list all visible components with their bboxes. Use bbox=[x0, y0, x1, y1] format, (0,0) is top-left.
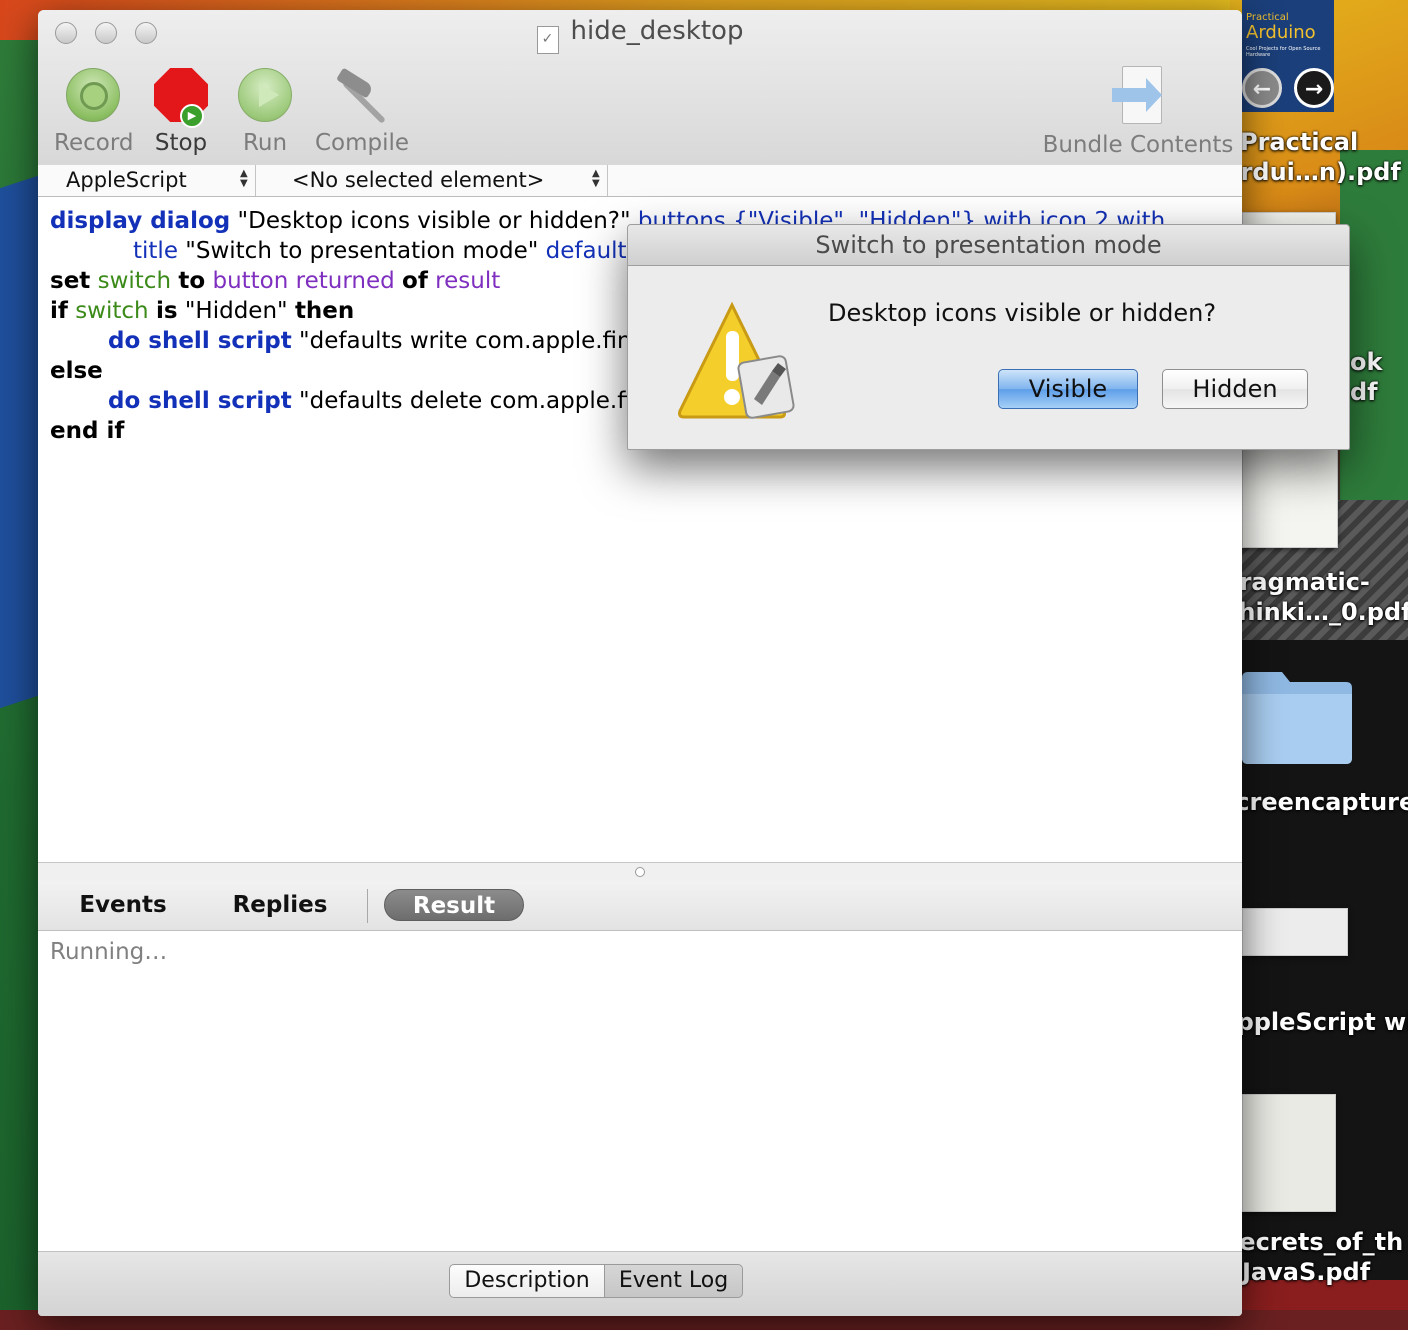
document-icon: ✓ bbox=[536, 26, 559, 54]
tab-replies[interactable]: Replies bbox=[222, 889, 338, 921]
compile-label: Compile bbox=[314, 130, 410, 156]
window-title: ✓ hide_desktop bbox=[38, 16, 1242, 54]
code-token: if bbox=[50, 298, 68, 324]
presentation-mode-dialog: Switch to presentation mode Desktop icon… bbox=[627, 224, 1350, 450]
code-token: title bbox=[133, 238, 178, 264]
code-line-8: end if bbox=[50, 416, 124, 446]
folder-icon[interactable] bbox=[1242, 668, 1352, 764]
code-token: button returned bbox=[212, 268, 395, 294]
visible-button[interactable]: Visible bbox=[998, 369, 1138, 409]
tab-separator bbox=[367, 889, 368, 923]
desktop-label: df bbox=[1350, 378, 1378, 406]
language-value: AppleScript bbox=[66, 168, 187, 192]
code-token: to bbox=[178, 268, 206, 294]
code-token: switch bbox=[75, 298, 149, 324]
script-editor-window: ✓ hide_desktop Record Stop ▶ Run Compile bbox=[38, 10, 1242, 1316]
element-value: <No selected element> bbox=[292, 168, 545, 192]
code-token: result bbox=[435, 268, 501, 294]
window-title-text: hide_desktop bbox=[570, 16, 744, 46]
code-token: do shell script bbox=[108, 328, 292, 354]
titlebar: ✓ hide_desktop Record Stop ▶ Run Compile bbox=[38, 10, 1242, 166]
desktop-label: JavaS.pdf bbox=[1242, 1258, 1371, 1286]
splitter-handle-icon[interactable] bbox=[635, 867, 645, 877]
code-line-4: if switch is "Hidden" then bbox=[50, 296, 354, 326]
running-badge-icon: ▶ bbox=[180, 104, 204, 128]
tab-events[interactable]: Events bbox=[68, 889, 178, 921]
desktop-icon-pragmatic[interactable] bbox=[1242, 440, 1338, 548]
code-token: do shell script bbox=[108, 388, 292, 414]
updown-arrows-icon: ▲ ▼ bbox=[240, 168, 248, 189]
desktop-icon-screenshot[interactable] bbox=[1242, 908, 1348, 956]
desktop-icon-js-ninja[interactable] bbox=[1242, 1094, 1336, 1212]
code-line-6: else bbox=[50, 356, 103, 386]
element-selector[interactable]: <No selected element> ▲ ▼ bbox=[256, 165, 608, 196]
event-log-button[interactable]: Event Log bbox=[604, 1264, 743, 1298]
code-token: else bbox=[50, 358, 103, 384]
cover-title: Arduino bbox=[1246, 22, 1316, 43]
code-token: "Desktop icons visible or hidden?" bbox=[230, 208, 638, 234]
code-token: then bbox=[294, 298, 355, 324]
code-token: set bbox=[50, 268, 91, 294]
hammer-icon bbox=[335, 67, 389, 124]
dialog-message: Desktop icons visible or hidden? bbox=[828, 299, 1217, 327]
code-token: switch bbox=[97, 268, 172, 294]
navigation-bar: AppleScript ▲ ▼ <No selected element> ▲ ▼ bbox=[38, 165, 1242, 197]
run-button[interactable]: Run bbox=[226, 68, 304, 156]
record-button[interactable]: Record bbox=[54, 68, 134, 156]
quicklook-previous-icon[interactable]: ← bbox=[1242, 68, 1282, 108]
code-token: display dialog bbox=[50, 208, 231, 234]
stop-label: Stop bbox=[154, 130, 208, 156]
caution-icon bbox=[678, 301, 795, 419]
code-token: "Switch to presentation mode" bbox=[177, 238, 546, 264]
result-pane[interactable]: Running… bbox=[38, 931, 1242, 1252]
hidden-button[interactable]: Hidden bbox=[1162, 369, 1308, 409]
desktop-label: Ardui…n).pdf bbox=[1222, 158, 1401, 186]
cover-subtitle: Cool Projects for Open Source Hardware bbox=[1246, 46, 1321, 58]
desktop-label: AppleScript window bbox=[1218, 1008, 1408, 1036]
code-token: "Hidden" bbox=[177, 298, 295, 324]
code-token: end if bbox=[50, 418, 125, 444]
log-tab-bar: Events Replies Result bbox=[38, 881, 1242, 931]
desktop-label: Practical bbox=[1240, 128, 1359, 156]
bottom-bar: Description Event Log bbox=[38, 1252, 1242, 1316]
language-selector[interactable]: AppleScript ▲ ▼ bbox=[38, 165, 256, 196]
pane-splitter[interactable] bbox=[38, 862, 1242, 882]
updown-arrows-icon: ▲ ▼ bbox=[592, 168, 600, 189]
bundle-contents-button[interactable]: Bundle Contents bbox=[1042, 66, 1234, 158]
description-button[interactable]: Description bbox=[449, 1264, 605, 1298]
desktop-label: Secrets_of_th bbox=[1222, 1228, 1404, 1256]
code-token: of bbox=[402, 268, 428, 294]
tab-result[interactable]: Result bbox=[384, 889, 524, 921]
result-text: Running… bbox=[50, 939, 168, 965]
run-label: Run bbox=[242, 130, 288, 156]
desktop-label: ok bbox=[1350, 348, 1383, 376]
run-icon bbox=[238, 68, 292, 122]
bundle-contents-label: Bundle Contents bbox=[1042, 132, 1234, 158]
bundle-contents-icon bbox=[1112, 66, 1164, 128]
code-token: is bbox=[155, 298, 178, 324]
compile-button[interactable]: Compile bbox=[308, 67, 416, 156]
desktop-label: Screencapture bbox=[1218, 788, 1408, 816]
desktop-label: Thinki…_0.pdf bbox=[1222, 598, 1408, 626]
dialog-title: Switch to presentation mode bbox=[628, 225, 1349, 266]
record-label: Record bbox=[54, 130, 134, 156]
quicklook-next-icon[interactable]: → bbox=[1294, 68, 1334, 108]
code-line-3: set switch to button returned of result bbox=[50, 266, 500, 296]
record-icon bbox=[66, 68, 120, 122]
desktop-label: Pragmatic- bbox=[1222, 568, 1370, 596]
